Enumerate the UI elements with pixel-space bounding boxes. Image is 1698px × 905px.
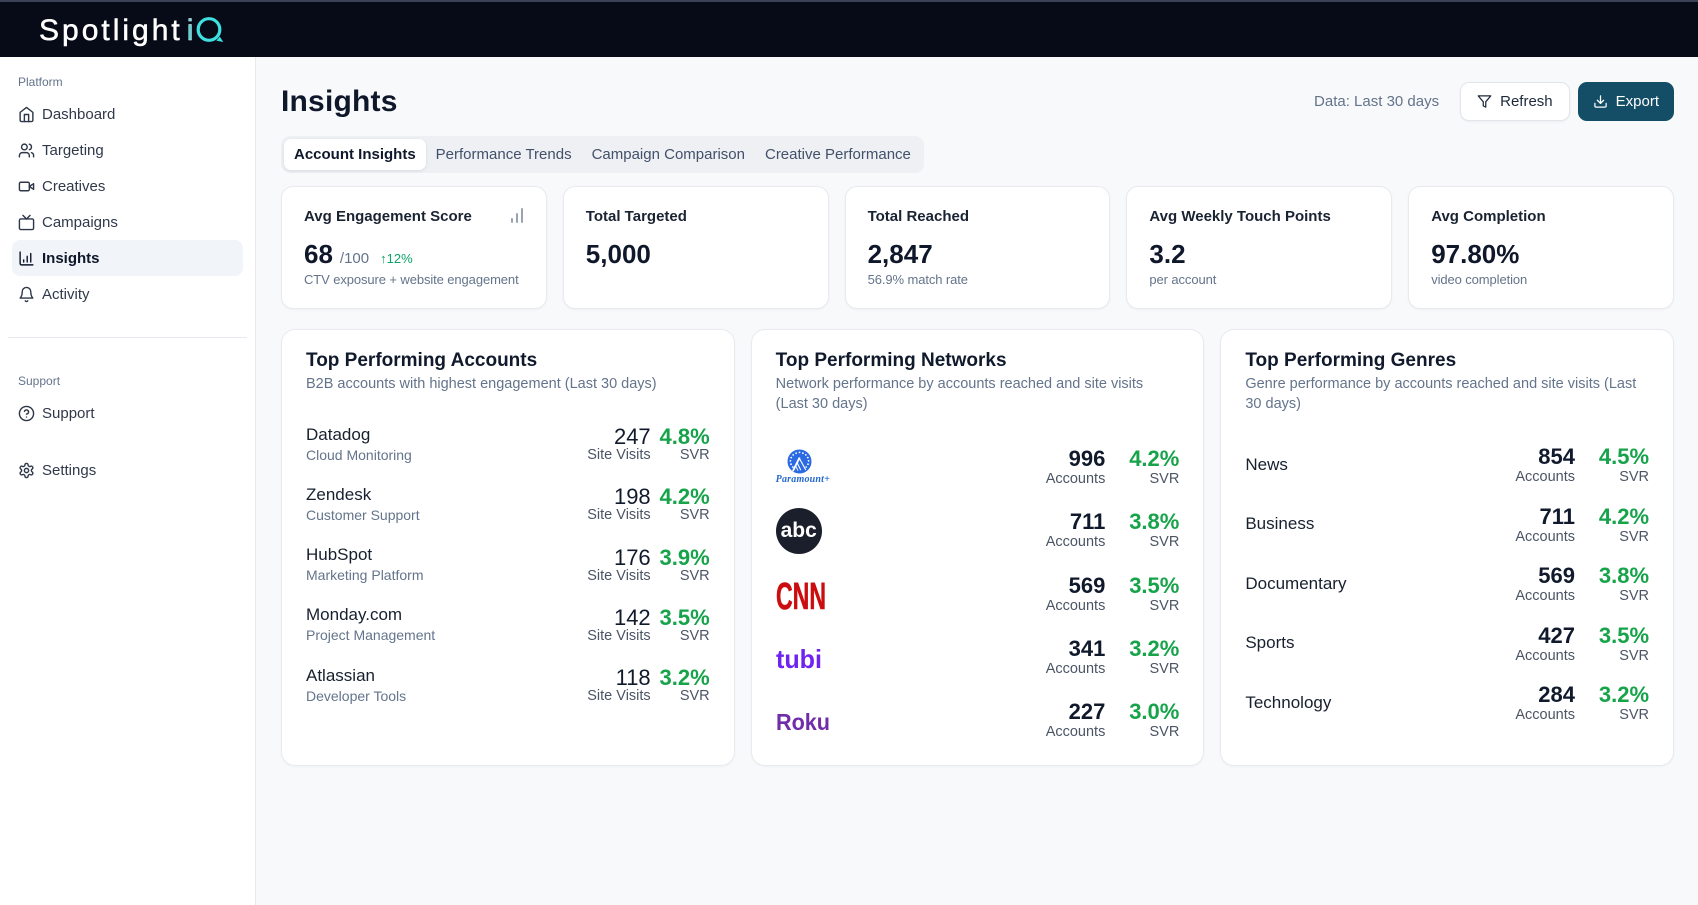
svg-text:tubi: tubi: [776, 649, 822, 669]
svg-text:CNN: CNN: [776, 581, 826, 610]
svg-text:Roku: Roku: [776, 713, 830, 731]
